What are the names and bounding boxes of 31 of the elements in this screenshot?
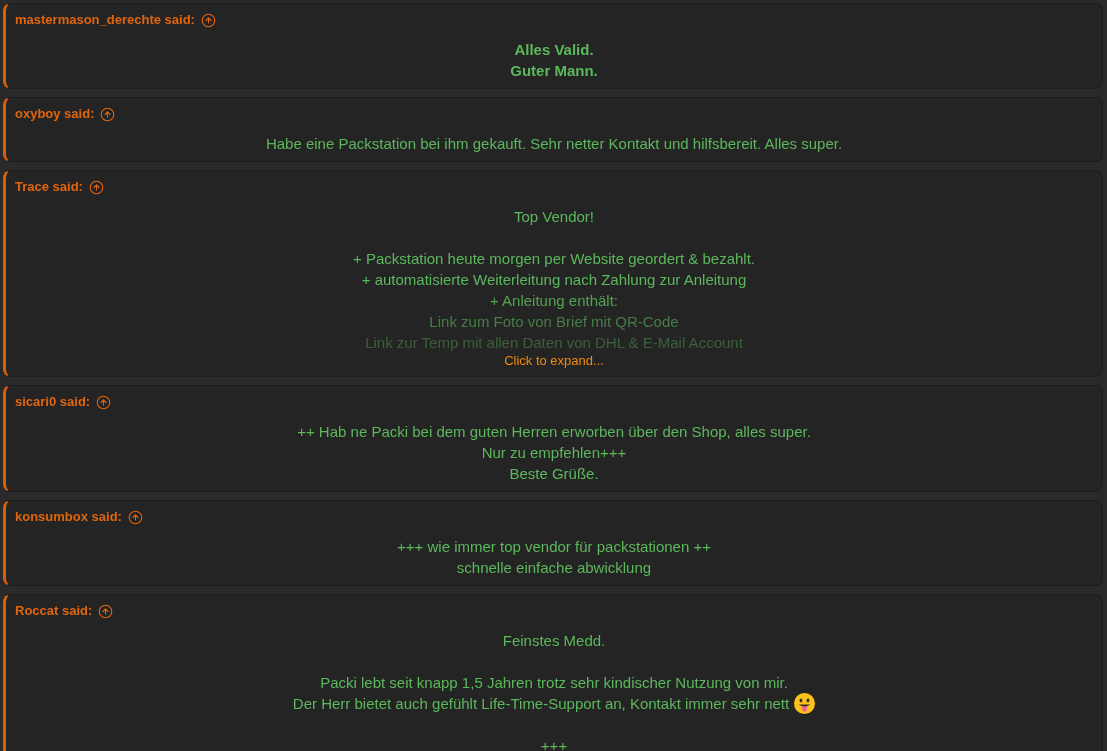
arrow-up-circle-icon[interactable] (96, 394, 112, 410)
post-author: Trace said: (15, 178, 83, 196)
arrow-up-circle-icon[interactable] (200, 12, 216, 28)
post-text: Link zur Temp mit allen Daten von DHL & E-Mail Account (365, 333, 743, 353)
post-text: Top Vendor! (513, 207, 595, 227)
arrow-up-circle-icon[interactable] (100, 106, 116, 122)
post-text: Nur zu empfehlen+++ (481, 443, 627, 463)
arrow-up-circle-icon[interactable] (98, 603, 114, 619)
post-author: konsumbox said: (15, 508, 122, 526)
post-text: Habe eine Packstation bei ihm gekauft. Sehr netter Kontakt und hilfsbereit. Alles super. (265, 134, 843, 154)
post-author: sicari0 said: (15, 393, 91, 411)
post-text: Feinstes Medd. (502, 631, 606, 651)
post-text: + Anleitung enthält: (490, 291, 618, 311)
post-text: Packi lebt seit knapp 1,5 Jahren trotz sehr kindischer Nutzung von mir. (320, 673, 788, 693)
post-text: + automatisierte Weiterleitung nach Zahlung zur Anleitung (361, 270, 747, 290)
post-text: Link zum Foto von Brief mit QR-Code (429, 312, 679, 332)
post-text: Der Herr bietet auch gefühlt Life-Time-Support an, Kontakt immer sehr nett (292, 694, 790, 714)
expand-link[interactable]: Click to expand... (504, 353, 604, 369)
post-text: Beste Grüße. (509, 464, 599, 484)
post-text: schnelle einfache abwicklung (456, 558, 652, 578)
post-author: mastermason_derechte said: (15, 11, 195, 29)
post-text: + Packstation heute morgen per Website geordert & bezahlt. (352, 249, 755, 269)
post-text: Guter Mann. (510, 61, 598, 81)
post-text: Alles Valid. (514, 40, 594, 60)
post-text: ++ Hab ne Packi bei dem guten Herren erworben über den Shop, alles super. (297, 422, 811, 442)
arrow-up-circle-icon[interactable] (127, 509, 143, 525)
post-author: oxyboy said: (15, 105, 95, 123)
post-text: +++ wie immer top vendor für packstationen ++ (397, 537, 711, 557)
arrow-up-circle-icon[interactable] (88, 179, 104, 195)
post-text: +++ (540, 736, 568, 751)
post-author: Roccat said: (15, 602, 93, 620)
